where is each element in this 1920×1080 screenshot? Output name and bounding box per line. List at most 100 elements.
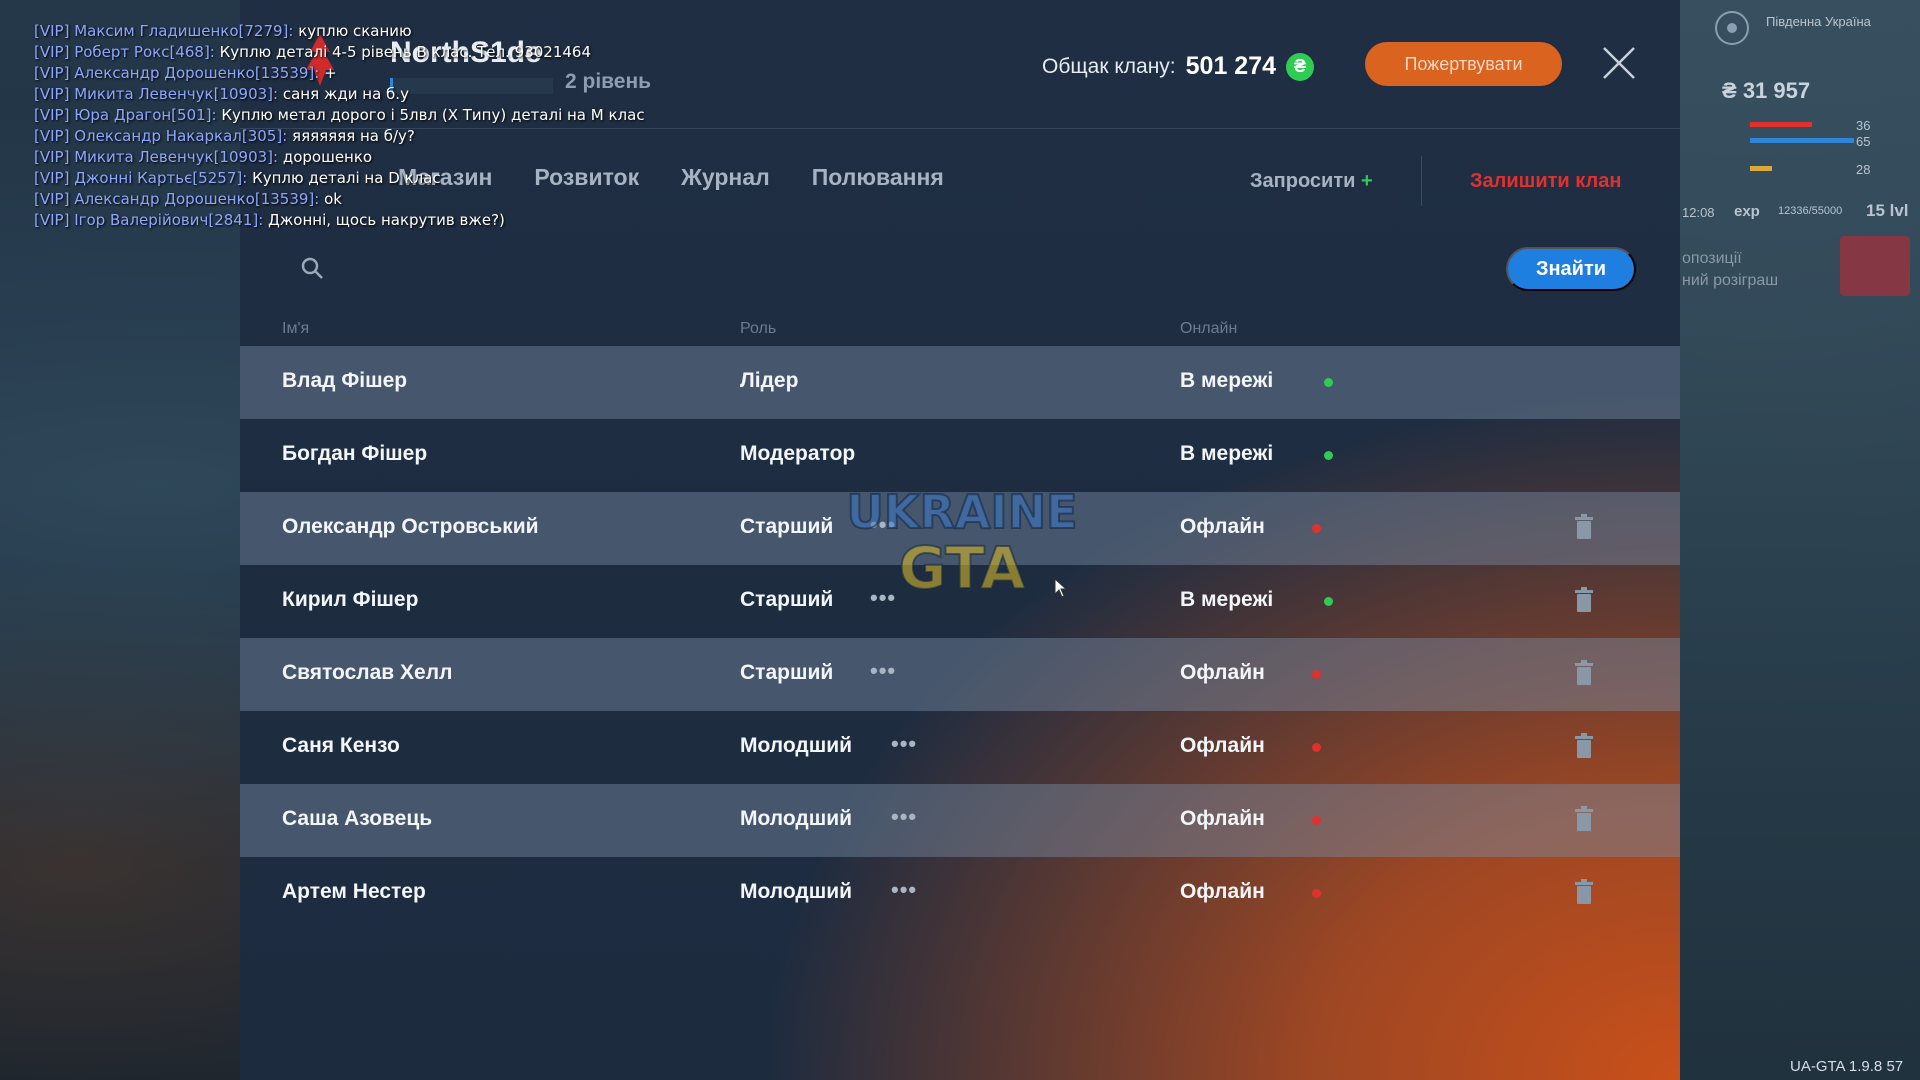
- hud-exp-value: 12336/55000: [1778, 205, 1843, 217]
- member-status: Офлайн: [1180, 661, 1265, 684]
- offline-dot-icon: [1312, 670, 1321, 679]
- plus-icon: +: [1360, 170, 1373, 192]
- find-button[interactable]: Знайти: [1506, 247, 1636, 291]
- watermark-line-2: GTA: [899, 534, 1026, 602]
- chat-line: [VIP] Юра Драгон[501]: Куплю метал дорог…: [34, 105, 645, 126]
- chat-message: ok: [324, 190, 342, 208]
- table-row: Святослав Хелл Старший ••• Офлайн: [240, 638, 1680, 711]
- chat-line: [VIP] Роберт Рокс[468]: Куплю деталі 4-5…: [34, 42, 645, 63]
- trash-icon[interactable]: [1574, 514, 1594, 540]
- game-hud-area: [1680, 0, 1920, 1080]
- trash-icon[interactable]: [1574, 806, 1594, 832]
- invite-label: Запросити: [1250, 170, 1356, 192]
- chat-message: Куплю метал дорого і 5лвл (X Типу) детал…: [221, 106, 645, 124]
- chat-message: дорошенко: [282, 148, 373, 166]
- hud-promo-line-2: ний розіграш: [1682, 272, 1779, 289]
- chat-author: [VIP] Микита Левенчук[10903]:: [34, 85, 279, 103]
- chat-line: [VIP] Ігор Валерійович[2841]: Джонні, що…: [34, 210, 645, 231]
- search-icon[interactable]: [300, 256, 324, 280]
- member-role: Старший: [740, 515, 834, 538]
- member-role: Лідер: [740, 369, 799, 392]
- treasury-label: Общак клану:: [1042, 54, 1176, 78]
- offline-dot-icon: [1312, 889, 1321, 898]
- chat-message: Куплю деталі 4-5 рівень В клас. Тел. 930…: [219, 43, 591, 61]
- column-header-role: Роль: [740, 320, 777, 337]
- member-status: Офлайн: [1180, 880, 1265, 903]
- leave-clan-button[interactable]: Залишити клан: [1470, 170, 1621, 193]
- column-header-online: Онлайн: [1180, 320, 1238, 337]
- chat-author: [VIP] Джонні Картьє[5257]:: [34, 169, 248, 187]
- chat-line: [VIP] Микита Левенчук[10903]: саня жди н…: [34, 84, 645, 105]
- game-version: UA-GTA 1.9.8 57: [1790, 1058, 1903, 1075]
- version-suffix: 57: [1886, 1058, 1904, 1075]
- hud-health-bar: [1750, 122, 1812, 127]
- close-icon[interactable]: [1602, 46, 1636, 80]
- tab-journal[interactable]: Журнал: [681, 164, 770, 191]
- more-options-icon[interactable]: •••: [870, 658, 896, 684]
- trash-icon[interactable]: [1574, 587, 1594, 613]
- hud-promo-line-1: опозиції: [1682, 250, 1742, 267]
- hud-region: Південна Україна: [1766, 14, 1871, 29]
- online-dot-icon: [1324, 597, 1333, 606]
- member-status: В мережі: [1180, 442, 1274, 465]
- chat-line: [VIP] Джонні Картьє[5257]: Куплю деталі …: [34, 168, 645, 189]
- chat-author: [VIP] Роберт Рокс[468]:: [34, 43, 215, 61]
- hud-money-value: 31 957: [1742, 78, 1811, 103]
- chat-message: саня жди на б.у: [282, 85, 409, 103]
- table-row: Саня Кензо Молодший ••• Офлайн: [240, 711, 1680, 784]
- member-status: Офлайн: [1180, 515, 1265, 538]
- invite-button[interactable]: Запросити +: [1250, 170, 1373, 193]
- mouse-cursor-icon: [1054, 578, 1068, 598]
- trash-icon[interactable]: [1574, 733, 1594, 759]
- watermark-line-1: UKRAINE: [846, 485, 1077, 539]
- member-status: В мережі: [1180, 369, 1274, 392]
- chat-author: [VIP] Ігор Валерійович[2841]:: [34, 211, 264, 229]
- chat-author: [VIP] Микита Левенчук[10903]:: [34, 148, 279, 166]
- member-name: Артем Нестер: [282, 880, 426, 903]
- tab-hunting[interactable]: Полювання: [812, 164, 944, 191]
- member-role: Модератор: [740, 442, 856, 465]
- chat-author: [VIP] Максим Гладишенко[7279]:: [34, 22, 294, 40]
- hud-promo-gift-icon: [1840, 236, 1910, 296]
- table-row: Артем Нестер Молодший ••• Офлайн: [240, 857, 1680, 930]
- hud-stat-3: 28: [1856, 162, 1871, 177]
- member-name: Саня Кензо: [282, 734, 400, 757]
- chat-line: [VIP] Олександр Накаркал[305]: яяяяяяя н…: [34, 126, 645, 147]
- member-name: Олександр Островський: [282, 515, 539, 538]
- treasury-value: 501 274: [1185, 52, 1277, 80]
- member-name: Святослав Хелл: [282, 661, 453, 684]
- offline-dot-icon: [1312, 816, 1321, 825]
- member-status: Офлайн: [1180, 734, 1265, 757]
- member-role: Старший: [740, 588, 834, 611]
- chat-author: [VIP] Олександр Накаркал[305]:: [34, 127, 288, 145]
- hud-exp-label: exp: [1734, 203, 1760, 220]
- chat-message: яяяяяяя на б/у?: [292, 127, 415, 145]
- game-chat: [VIP] Максим Гладишенко[7279]: куплю ска…: [34, 21, 645, 231]
- chat-line: [VIP] Максим Гладишенко[7279]: куплю ска…: [34, 21, 645, 42]
- hud-time: 12:08: [1682, 205, 1715, 220]
- table-row: Саша Азовець Молодший ••• Офлайн: [240, 784, 1680, 857]
- trash-icon[interactable]: [1574, 660, 1594, 686]
- more-options-icon[interactable]: •••: [891, 877, 917, 903]
- more-options-icon[interactable]: •••: [891, 731, 917, 757]
- members-table: Влад Фішер Лідер В мережі Богдан Фішер М…: [240, 346, 1680, 930]
- member-role: Молодший: [740, 880, 853, 903]
- trash-icon[interactable]: [1574, 879, 1594, 905]
- chat-message: Куплю деталі на D клас: [252, 169, 441, 187]
- online-dot-icon: [1324, 378, 1333, 387]
- clan-treasury: Общак клану: 501 274 ₴: [1042, 52, 1315, 81]
- hud-minimap-icon: [1715, 11, 1749, 45]
- offline-dot-icon: [1312, 743, 1321, 752]
- actions-divider: [1421, 156, 1422, 206]
- more-options-icon[interactable]: •••: [891, 804, 917, 830]
- chat-author: [VIP] Юра Драгон[501]:: [34, 106, 217, 124]
- version-label: UA-GTA 1.9.8: [1790, 1058, 1883, 1075]
- donate-button[interactable]: Пожертвувати: [1365, 42, 1562, 86]
- hud-money-symbol: ₴: [1722, 78, 1737, 103]
- member-role: Старший: [740, 661, 834, 684]
- currency-coin-icon: ₴: [1286, 52, 1315, 81]
- chat-message: Джонні, щось накрутив вже?): [268, 211, 505, 229]
- offline-dot-icon: [1312, 524, 1321, 533]
- member-name: Саша Азовець: [282, 807, 433, 830]
- chat-author: [VIP] Александр Дорошенко[13539]:: [34, 64, 320, 82]
